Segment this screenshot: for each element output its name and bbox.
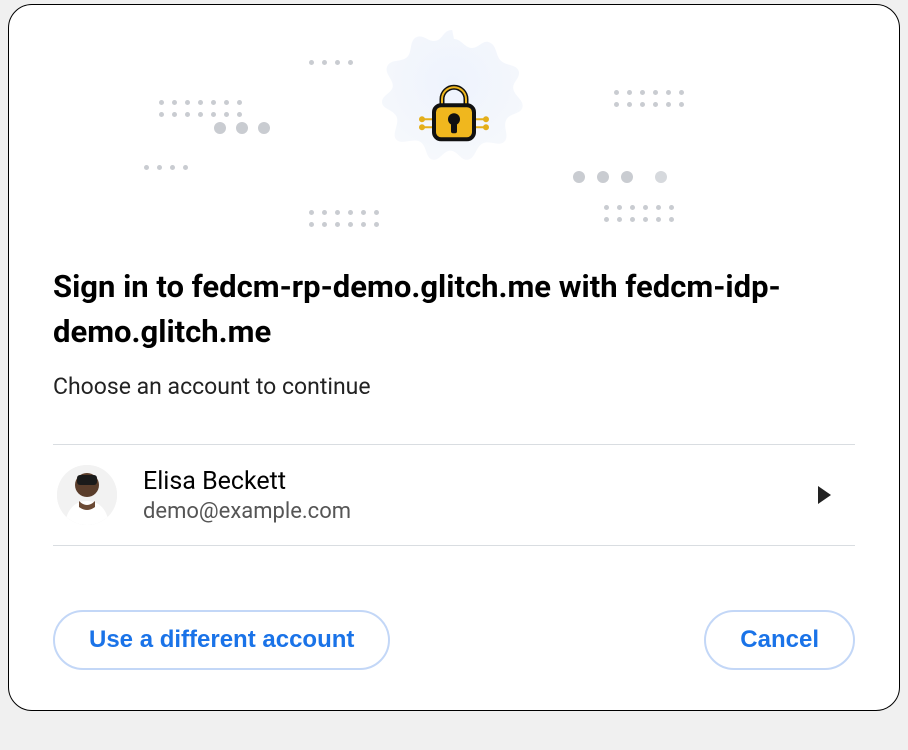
dialog-subtitle: Choose an account to continue: [53, 373, 855, 400]
avatar: [57, 465, 117, 525]
account-list: Elisa Beckett demo@example.com: [53, 444, 855, 546]
account-row[interactable]: Elisa Beckett demo@example.com: [53, 445, 855, 546]
signin-dialog: Sign in to fedcm-rp-demo.glitch.me with …: [8, 4, 900, 711]
chevron-right-icon: [818, 486, 831, 504]
cancel-button[interactable]: Cancel: [704, 610, 855, 670]
account-info: Elisa Beckett demo@example.com: [143, 466, 792, 524]
dialog-title: Sign in to fedcm-rp-demo.glitch.me with …: [53, 265, 855, 355]
hero-illustration: [9, 5, 899, 235]
use-different-account-button[interactable]: Use a different account: [53, 610, 390, 670]
account-name: Elisa Beckett: [143, 466, 792, 499]
dialog-footer: Use a different account Cancel: [53, 610, 855, 670]
account-email: demo@example.com: [143, 499, 792, 524]
lock-icon: [416, 75, 492, 155]
dialog-content: Sign in to fedcm-rp-demo.glitch.me with …: [9, 265, 899, 670]
